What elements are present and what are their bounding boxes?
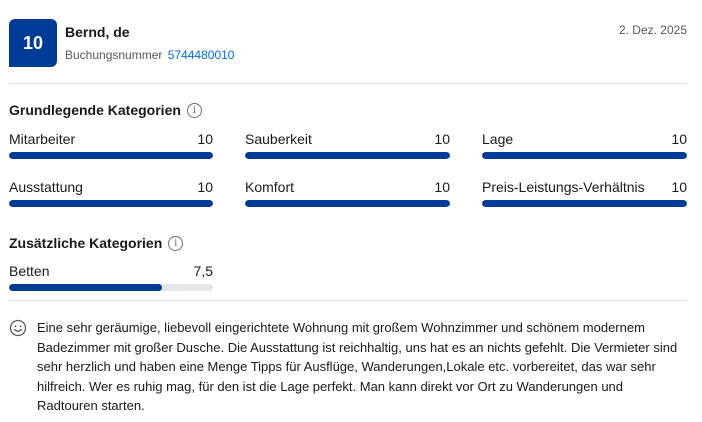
review-date: 2. Dez. 2025 <box>618 23 687 37</box>
reviewer-name: Bernd, de <box>65 24 130 40</box>
score-bar-fill <box>482 152 687 159</box>
category-preis-leistung: Preis-Leistungs-Verhältnis 10 <box>482 179 687 209</box>
category-komfort: Komfort 10 <box>245 179 450 209</box>
category-score: 10 <box>434 179 450 195</box>
basic-categories-title: Grundlegende Kategorien <box>9 102 181 118</box>
score-bar <box>9 200 213 207</box>
extra-categories-title: Zusätzliche Kategorien <box>9 235 163 251</box>
divider <box>9 83 687 84</box>
category-label: Sauberkeit <box>245 131 312 147</box>
info-icon[interactable]: i <box>168 235 184 251</box>
category-label: Betten <box>9 263 50 279</box>
booking-label: Buchungsnummer <box>65 48 163 62</box>
category-label: Komfort <box>245 179 295 195</box>
review-card: 10 Bernd, de Buchungsnummer 5744480010 2… <box>0 0 702 422</box>
booking-number-link[interactable]: 5744480010 <box>168 48 235 62</box>
score-bar <box>482 200 687 207</box>
category-label: Ausstattung <box>9 179 83 195</box>
category-betten: Betten 7,5 <box>9 263 213 293</box>
divider <box>9 300 687 301</box>
score-bar-fill <box>9 200 213 207</box>
score-bar-fill <box>9 284 162 291</box>
category-score: 10 <box>671 179 687 195</box>
review-text: Eine sehr geräumige, liebevoll eingerich… <box>37 320 678 413</box>
booking-info: Buchungsnummer 5744480010 <box>65 48 234 62</box>
category-score: 7,5 <box>193 263 213 279</box>
category-score: 10 <box>197 131 213 147</box>
category-lage: Lage 10 <box>482 131 687 161</box>
category-ausstattung: Ausstattung 10 <box>9 179 213 209</box>
category-label: Lage <box>482 131 514 147</box>
score-badge: 10 <box>9 19 57 67</box>
category-score: 10 <box>434 131 450 147</box>
category-label: Mitarbeiter <box>9 131 76 147</box>
category-score: 10 <box>197 179 213 195</box>
category-score: 10 <box>671 131 687 147</box>
score-value: 10 <box>22 32 44 53</box>
category-label: Preis-Leistungs-Verhältnis <box>482 179 645 195</box>
smiley-icon <box>9 319 27 337</box>
score-bar-fill <box>9 152 213 159</box>
category-mitarbeiter: Mitarbeiter 10 <box>9 131 213 161</box>
score-bar <box>245 152 450 159</box>
score-bar <box>9 284 213 291</box>
category-sauberkeit: Sauberkeit 10 <box>245 131 450 161</box>
score-bar <box>482 152 687 159</box>
basic-categories-heading: Grundlegende Kategorien i <box>9 102 202 118</box>
score-bar <box>245 200 450 207</box>
review-positive: Eine sehr geräumige, liebevoll eingerich… <box>9 318 679 416</box>
score-bar-fill <box>482 200 687 207</box>
info-icon[interactable]: i <box>186 102 202 118</box>
score-bar <box>9 152 213 159</box>
score-bar-fill <box>245 200 450 207</box>
extra-categories-heading: Zusätzliche Kategorien i <box>9 235 184 251</box>
score-bar-fill <box>245 152 450 159</box>
